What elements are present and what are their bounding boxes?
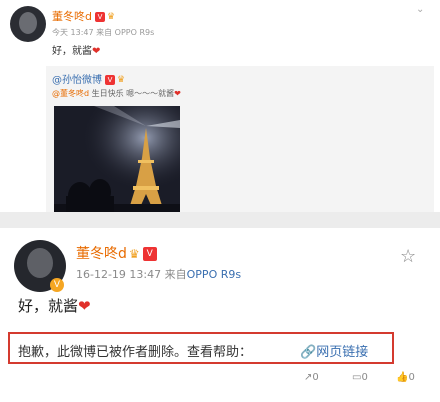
verified-badge-icon: V <box>50 278 64 292</box>
repost-button[interactable]: ↗0 <box>304 372 319 383</box>
eiffel-tower-image <box>54 106 180 212</box>
avatar-face <box>27 248 53 278</box>
repost-text: @董冬咚d 生日快乐 嗯～～～就酱❤ <box>52 88 181 99</box>
repost-author[interactable]: @孙怡微博 V ♛ <box>52 71 125 86</box>
post-source[interactable]: OPPO R9s <box>187 268 241 281</box>
reposted-content[interactable]: @孙怡微博 V ♛ @董冬咚d 生日快乐 嗯～～～就酱❤ <box>46 66 434 212</box>
crown-icon: ♛ <box>128 247 140 261</box>
repost-text-content: 生日快乐 嗯～～～就酱 <box>89 89 175 98</box>
vip-badge-icon: V <box>142 247 157 261</box>
post-text: 好，就酱❤ <box>18 295 91 316</box>
heart-icon: ❤ <box>78 297 91 315</box>
star-icon[interactable]: ☆ <box>400 246 416 267</box>
card-separator <box>0 212 440 228</box>
avatar-face <box>19 12 37 34</box>
post-card-top: 董冬咚d V ♛ 今天 13:47 来自 OPPO R9s 好，就酱❤ ⌄ @孙怡微… <box>0 0 440 212</box>
help-link[interactable]: 🔗网页链接 <box>300 341 368 360</box>
link-icon: 🔗 <box>300 345 317 360</box>
post-source-prefix: 来自 <box>161 268 187 281</box>
like-button[interactable]: 👍0 <box>396 372 415 383</box>
mention-link[interactable]: @董冬咚d <box>52 89 89 98</box>
post-meta: 今天 13:47 来自 OPPO R9s <box>52 28 155 37</box>
chevron-down-icon[interactable]: ⌄ <box>416 4 424 15</box>
post-text-content: 好，就酱 <box>18 297 79 315</box>
author-name-text[interactable]: 董冬咚d <box>76 246 127 262</box>
author-name-text[interactable]: 董冬咚d <box>52 10 92 23</box>
help-link-text[interactable]: 网页链接 <box>316 345 368 360</box>
crown-icon: ♛ <box>117 75 126 85</box>
heart-icon: ❤ <box>92 46 101 57</box>
repost-author-text[interactable]: @孙怡微博 <box>52 75 102 86</box>
vip-badge-icon: V <box>105 75 115 85</box>
post-time: 16-12-19 13:47 <box>76 268 162 281</box>
deleted-notice-text: 抱歉，此微博已被作者删除。查看帮助： <box>18 345 253 360</box>
deleted-notice: 抱歉，此微博已被作者删除。查看帮助： 🔗网页链接 <box>8 332 394 364</box>
author-name[interactable]: 董冬咚d ♛ V <box>76 243 157 263</box>
crown-icon: ♛ <box>106 12 116 22</box>
vip-badge-icon: V <box>94 12 105 22</box>
heart-icon: ❤ <box>174 89 181 98</box>
post-text: 好，就酱❤ <box>52 42 100 57</box>
post-meta: 16-12-19 13:47 来自OPPO R9s <box>76 266 241 282</box>
avatar[interactable] <box>10 6 46 42</box>
eiffel-tower-photo[interactable] <box>54 106 180 212</box>
post-card-main: V 董冬咚d ♛ V 16-12-19 13:47 来自OPPO R9s ☆ 好，就… <box>0 228 440 402</box>
author-name[interactable]: 董冬咚d V ♛ <box>52 8 115 24</box>
comment-button[interactable]: ▭0 <box>352 372 368 383</box>
post-text-content: 好，就酱 <box>52 46 92 57</box>
action-bar: ↗0 ▭0 👍0 <box>0 368 440 392</box>
